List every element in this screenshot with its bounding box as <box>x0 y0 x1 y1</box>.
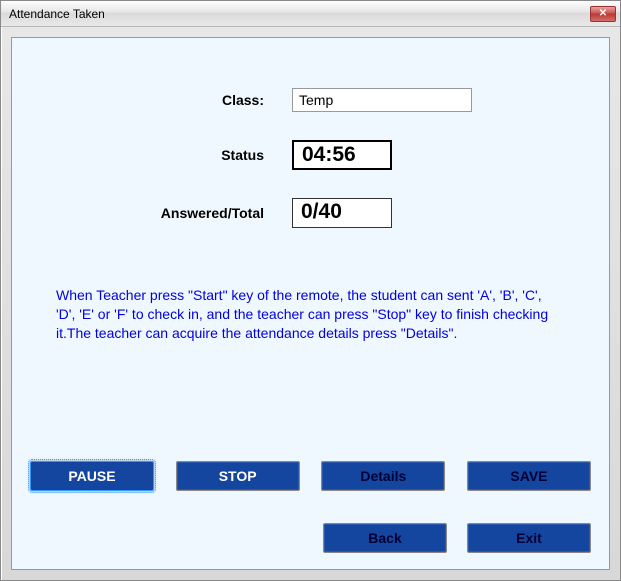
answered-value: 0/40 <box>292 198 392 228</box>
class-input[interactable] <box>292 88 472 112</box>
answered-row: Answered/Total 0/40 <box>52 198 569 228</box>
status-row: Status 04:56 <box>52 140 569 170</box>
exit-button[interactable]: Exit <box>467 523 591 553</box>
status-value: 04:56 <box>292 140 392 170</box>
back-button[interactable]: Back <box>323 523 447 553</box>
titlebar: Attendance Taken ✕ <box>1 1 620 27</box>
details-button[interactable]: Details <box>321 461 445 491</box>
instruction-text: When Teacher press "Start" key of the re… <box>52 286 569 343</box>
window-title: Attendance Taken <box>9 7 590 21</box>
dialog-window: Attendance Taken ✕ Class: Status 04:56 A… <box>0 0 621 581</box>
button-row-main: PAUSE STOP Details SAVE <box>30 461 591 491</box>
button-row-nav: Back Exit <box>30 523 591 553</box>
class-label: Class: <box>52 92 292 108</box>
pause-button[interactable]: PAUSE <box>30 461 154 491</box>
content-panel: Class: Status 04:56 Answered/Total 0/40 … <box>11 37 610 570</box>
answered-label: Answered/Total <box>52 205 292 221</box>
status-label: Status <box>52 147 292 163</box>
stop-button[interactable]: STOP <box>176 461 300 491</box>
class-row: Class: <box>52 88 569 112</box>
close-button[interactable]: ✕ <box>590 6 616 22</box>
close-icon: ✕ <box>599 8 607 19</box>
save-button[interactable]: SAVE <box>467 461 591 491</box>
